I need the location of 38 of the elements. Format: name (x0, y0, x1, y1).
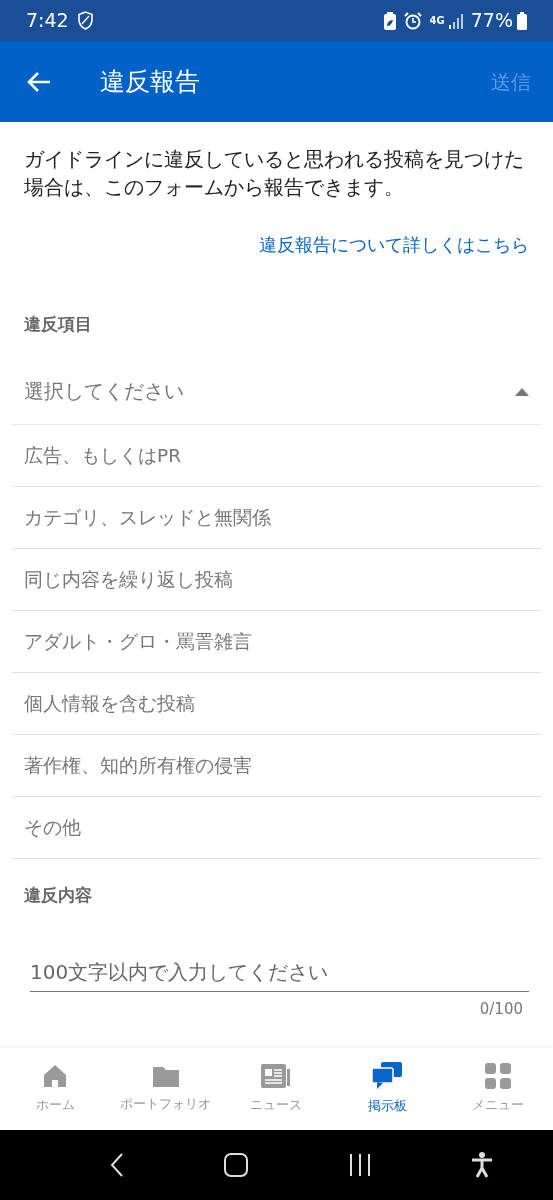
help-link[interactable]: 違反報告について詳しくはこちら (12, 202, 541, 258)
alarm-icon (403, 11, 422, 30)
back-button[interactable] (26, 69, 52, 94)
field-label: 違反内容 (23, 884, 93, 908)
intro-text: ガイドラインに違反していると思われる投稿を見つけた場合は、このフォームから報告できます。 (23, 147, 525, 202)
battery-saver-icon (383, 11, 396, 30)
back-nav-icon[interactable] (110, 1153, 125, 1177)
field-label: 違反項目 (23, 312, 93, 336)
network-type: 4G (429, 14, 445, 28)
signal-icon (448, 12, 463, 29)
folder-icon (151, 1064, 180, 1089)
nav-tab[interactable]: ニュース (221, 1048, 332, 1130)
home-nav-icon[interactable] (224, 1153, 249, 1177)
battery-icon (517, 11, 527, 30)
caret-icon (515, 387, 529, 396)
dropdown-option[interactable]: アダルト・グロ・罵詈雑言 (12, 611, 541, 674)
dropdown-option[interactable]: その他 (12, 797, 541, 860)
shield-icon (76, 11, 94, 30)
dropdown-option[interactable]: 広告、もしくはPR (12, 425, 541, 488)
dropdown-option[interactable]: カテゴリ、スレッドと無関係 (12, 487, 541, 550)
nav-tab[interactable]: ポートフォリオ (110, 1048, 222, 1130)
battery-level: 77% (470, 8, 513, 34)
page-title: 違反報告 (100, 65, 201, 98)
accessibility-icon[interactable] (470, 1152, 493, 1178)
nav-tab[interactable]: 掲示板 (331, 1048, 443, 1130)
nav-tab[interactable]: ホーム (0, 1048, 111, 1130)
dropdown-option[interactable]: 個人情報を含む投稿 (12, 673, 541, 736)
character-counter: 0/100 (478, 998, 524, 1020)
grid-icon (484, 1063, 511, 1090)
chat-icon (372, 1062, 403, 1091)
dropdown-option[interactable]: 著作権、知的所有権の侵害 (12, 735, 541, 798)
status-time: 7:42 (26, 8, 69, 34)
nav-tab[interactable]: メニュー (442, 1048, 553, 1130)
dropdown-option[interactable]: 同じ内容を繰り返し投稿 (12, 549, 541, 612)
newspaper-icon (261, 1063, 292, 1090)
select-dropdown[interactable]: 選択してください (12, 359, 541, 426)
recents-icon[interactable] (348, 1154, 371, 1176)
home-icon (42, 1063, 69, 1090)
